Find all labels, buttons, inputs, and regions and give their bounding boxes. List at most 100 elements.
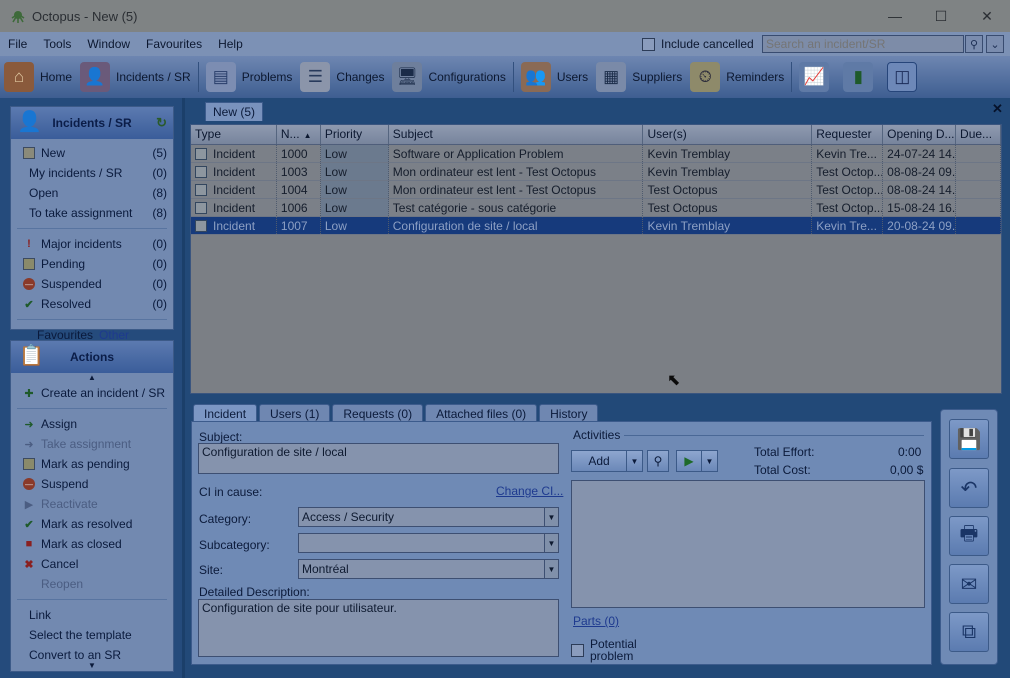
action-reactivate[interactable]: ▶ Reactivate <box>11 494 173 514</box>
col-number[interactable]: N... ▲ <box>277 125 321 144</box>
toolbar-line-chart[interactable]: 📈 <box>795 58 839 96</box>
toolbar-users[interactable]: 👥 Users <box>517 58 592 96</box>
description-field[interactable]: Configuration de site pour utilisateur. <box>198 599 559 657</box>
menu-file[interactable]: File <box>0 37 35 51</box>
search-input[interactable] <box>762 35 964 53</box>
toolbar-suppliers-label: Suppliers <box>632 70 683 84</box>
toolbar-configurations[interactable]: 🖥 Configurations <box>388 58 509 96</box>
change-ci-link[interactable]: Change CI... <box>496 484 563 498</box>
toolbar-incidents[interactable]: 👤 Incidents / SR <box>76 58 195 96</box>
play-dropdown-arrow[interactable]: ▼ <box>701 450 718 472</box>
sidebar-item-my-incidents[interactable]: My incidents / SR (0) <box>11 163 173 183</box>
minimize-icon[interactable]: — <box>872 0 918 32</box>
subject-field[interactable]: Configuration de site / local <box>198 443 559 474</box>
toolbar-home[interactable]: ⌂ Home <box>0 58 76 96</box>
sidebar-item-new[interactable]: New (5) <box>11 143 173 163</box>
tab-users[interactable]: Users (1) <box>259 404 331 422</box>
chevron-down-icon[interactable]: ⌄ <box>986 35 1004 53</box>
scroll-down-icon[interactable]: ▼ <box>11 661 173 671</box>
save-icon[interactable]: 💾 <box>949 419 989 459</box>
tab-attached-files[interactable]: Attached files (0) <box>425 404 538 422</box>
toolbar-suppliers[interactable]: ▦ Suppliers <box>592 58 686 96</box>
subcategory-select[interactable]: ▼ <box>298 533 559 553</box>
chevron-down-icon[interactable]: ▼ <box>544 534 558 552</box>
col-priority[interactable]: Priority <box>321 125 389 144</box>
close-window-icon[interactable]: ✕ <box>964 0 1010 32</box>
table-row[interactable]: Incident 1003 Low Mon ordinateur est len… <box>191 163 1001 181</box>
print-icon[interactable]: 🖶 <box>949 516 989 556</box>
play-icon[interactable]: ▶ <box>676 450 702 472</box>
tab-new[interactable]: New (5) <box>205 102 263 121</box>
potential-problem-checkbox[interactable] <box>571 644 584 657</box>
add-dropdown-arrow[interactable]: ▼ <box>626 450 643 472</box>
action-cancel[interactable]: ✖ Cancel <box>11 554 173 574</box>
toolbar-incidents-label: Incidents / SR <box>116 70 191 84</box>
col-type[interactable]: Type <box>191 125 277 144</box>
chevron-down-icon[interactable]: ▼ <box>544 508 558 526</box>
parts-link[interactable]: Parts (0) <box>573 614 619 628</box>
toolbar-changes[interactable]: ☰ Changes <box>296 58 388 96</box>
toolbar-problems[interactable]: ▤ Problems <box>202 58 297 96</box>
table-row[interactable]: Incident 1000 Low Software or Applicatio… <box>191 145 1001 163</box>
col-opening-date[interactable]: Opening D... <box>883 125 957 144</box>
add-activity-button[interactable]: Add <box>571 450 627 472</box>
menu-window[interactable]: Window <box>79 37 138 51</box>
site-select[interactable]: Montréal ▼ <box>298 559 559 579</box>
maximize-icon[interactable]: ☐ <box>918 0 964 32</box>
col-users[interactable]: User(s) <box>643 125 813 144</box>
document-icon <box>23 147 35 159</box>
table-row[interactable]: Incident 1006 Low Test catégorie - sous … <box>191 199 1001 217</box>
action-mark-pending[interactable]: Mark as pending <box>11 454 173 474</box>
tab-requests[interactable]: Requests (0) <box>332 404 424 422</box>
action-suspend[interactable]: — Suspend <box>11 474 173 494</box>
table-row-selected[interactable]: Incident 1007 Low Configuration de site … <box>191 217 1001 235</box>
menu-favourites[interactable]: Favourites <box>138 37 210 51</box>
action-take-assignment[interactable]: ➜ Take assignment <box>11 434 173 454</box>
reactivate-icon: ▶ <box>24 498 34 511</box>
checkbox-box[interactable] <box>642 37 655 51</box>
category-select[interactable]: Access / Security ▼ <box>298 507 559 527</box>
home-icon: ⌂ <box>4 62 34 92</box>
refresh-icon[interactable]: ↻ <box>156 115 167 131</box>
toolbar-bar-chart[interactable]: ▮ <box>839 58 883 96</box>
problems-icon: ▤ <box>205 62 236 92</box>
action-select-template[interactable]: Select the template <box>11 625 173 645</box>
menu-help[interactable]: Help <box>210 37 251 51</box>
sidebar-item-to-take-assignment[interactable]: To take assignment (8) <box>11 203 173 223</box>
category-label: Category: <box>199 512 252 526</box>
incidents-grid: Type N... ▲ Priority Subject User(s) Requ… <box>190 124 1002 394</box>
sidebar-item-major-incidents[interactable]: ! Major incidents (0) <box>11 234 173 254</box>
check-icon: ✔ <box>24 298 34 311</box>
include-cancelled-checkbox[interactable]: Include cancelled <box>642 37 754 51</box>
action-link[interactable]: Link <box>11 605 173 625</box>
undo-icon[interactable]: ↶ <box>949 468 989 508</box>
action-assign[interactable]: ➜ Assign <box>11 414 173 434</box>
activities-list[interactable] <box>571 480 925 608</box>
action-mark-closed[interactable]: ■ Mark as closed <box>11 534 173 554</box>
table-row[interactable]: Incident 1004 Low Mon ordinateur est len… <box>191 181 1001 199</box>
sidebar-item-suspended[interactable]: — Suspended (0) <box>11 274 173 294</box>
main-toolbar: ⌂ Home 👤 Incidents / SR ▤ Problems ☰ Cha… <box>0 56 1010 98</box>
mouse-cursor-icon: ⬉ <box>667 372 681 389</box>
toolbar-layout[interactable]: ◫ <box>883 58 927 96</box>
menu-tools[interactable]: Tools <box>35 37 79 51</box>
search-icon[interactable]: ⚲ <box>647 450 669 472</box>
chevron-down-icon[interactable]: ▼ <box>544 560 558 578</box>
action-create-incident[interactable]: ✚ Create an incident / SR <box>11 383 173 403</box>
tab-history[interactable]: History <box>539 404 599 422</box>
search-icon[interactable]: ⚲ <box>965 35 983 53</box>
email-icon[interactable]: ✉ <box>949 564 989 604</box>
action-reopen[interactable]: Reopen <box>11 574 173 594</box>
col-due[interactable]: Due... <box>956 125 1001 144</box>
sidebar-item-pending[interactable]: Pending (0) <box>11 254 173 274</box>
toolbar-reminders[interactable]: ⏲ Reminders <box>686 58 788 96</box>
close-tab-icon[interactable]: ✕ <box>992 101 1003 117</box>
action-mark-resolved[interactable]: ✔ Mark as resolved <box>11 514 173 534</box>
col-subject[interactable]: Subject <box>389 125 644 144</box>
sidebar-item-open[interactable]: Open (8) <box>11 183 173 203</box>
sidebar-item-resolved[interactable]: ✔ Resolved (0) <box>11 294 173 314</box>
scroll-up-icon[interactable]: ▲ <box>11 373 173 383</box>
copy-icon[interactable]: ⧉ <box>949 612 989 652</box>
col-requester[interactable]: Requester <box>812 125 884 144</box>
tab-incident[interactable]: Incident <box>193 404 258 422</box>
